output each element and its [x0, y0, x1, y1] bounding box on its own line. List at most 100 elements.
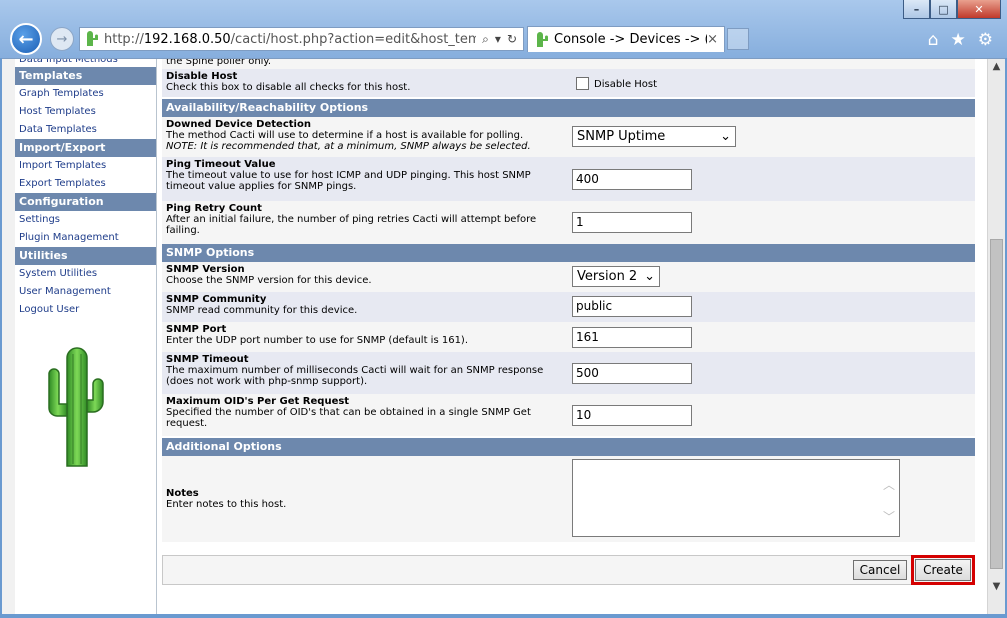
cancel-button[interactable]: Cancel	[853, 560, 907, 580]
field-description: SNMP read community for this device.	[166, 305, 358, 316]
partial-description: the Spine poller only.	[166, 59, 272, 67]
favorites-star-icon[interactable]: ★	[951, 30, 966, 50]
sidebar-section-import-export: Import/Export	[15, 139, 156, 157]
search-icon[interactable]: ⌕	[482, 32, 489, 47]
arrow-right-icon: →	[56, 31, 68, 47]
form-row-downed-device-detection: Downed Device Detection The method Cacti…	[162, 117, 975, 157]
browser-titlebar: – □ ✕ ← → http://192.168.0.50/cacti/host…	[0, 0, 1007, 58]
section-snmp: SNMP Options	[162, 244, 975, 262]
field-note: NOTE: It is recommended that, at a minim…	[166, 141, 531, 152]
refresh-icon[interactable]: ↻	[507, 32, 517, 47]
chevron-down-icon: ⌄	[720, 129, 731, 144]
sidebar-item-export-templates[interactable]: Export Templates	[15, 175, 156, 193]
form-row-notes: Notes Enter notes to this host. ︿ ﹀	[162, 456, 975, 542]
field-description: The method Cacti will use to determine i…	[166, 130, 524, 141]
snmp-timeout-input[interactable]: 500	[572, 363, 692, 384]
form-row-snmp-version: SNMP Version Choose the SNMP version for…	[162, 262, 975, 292]
disable-host-checkbox-label[interactable]: Disable Host	[594, 79, 657, 90]
scroll-down-icon: ﹀	[882, 510, 895, 524]
vertical-scrollbar[interactable]: ▲ ▼	[987, 59, 1005, 614]
field-title: Ping Timeout Value	[166, 159, 276, 170]
page-viewport: Data Input Methods Templates Graph Templ…	[2, 58, 1005, 614]
form-row-snmp-port: SNMP Port Enter the UDP port number to u…	[162, 322, 975, 352]
form-row-max-oids: Maximum OID's Per Get Request Specified …	[162, 394, 975, 436]
field-description: After an initial failure, the number of …	[166, 214, 537, 236]
downed-detection-select[interactable]: SNMP Uptime ⌄	[572, 126, 736, 147]
sidebar-item-user-management[interactable]: User Management	[15, 283, 156, 301]
snmp-version-select[interactable]: Version 2 ⌄	[572, 266, 660, 287]
field-title: Ping Retry Count	[166, 203, 262, 214]
address-url[interactable]: http://192.168.0.50/cacti/host.php?actio…	[104, 32, 476, 47]
sidebar-item-graph-templates[interactable]: Graph Templates	[15, 85, 156, 103]
notes-textarea[interactable]: ︿ ﹀	[572, 459, 900, 537]
create-button[interactable]: Create	[915, 559, 971, 581]
section-additional: Additional Options	[162, 438, 975, 456]
back-button[interactable]: ←	[10, 23, 42, 55]
new-tab-button[interactable]	[727, 28, 749, 50]
sidebar: Data Input Methods Templates Graph Templ…	[15, 59, 157, 614]
cacti-favicon-icon	[87, 31, 98, 46]
sidebar-item-import-templates[interactable]: Import Templates	[15, 157, 156, 175]
section-availability: Availability/Reachability Options	[162, 99, 975, 117]
ping-retry-input[interactable]: 1	[572, 212, 692, 233]
maximize-button[interactable]: □	[930, 0, 957, 19]
field-title: SNMP Timeout	[166, 354, 249, 365]
field-description: Specified the number of OID's that can b…	[166, 407, 531, 429]
sidebar-item-plugin-management[interactable]: Plugin Management	[15, 229, 156, 247]
form-row-ping-timeout: Ping Timeout Value The timeout value to …	[162, 157, 975, 201]
sidebar-item-data-templates[interactable]: Data Templates	[15, 121, 156, 139]
select-value: SNMP Uptime	[577, 129, 666, 144]
sidebar-section-templates: Templates	[15, 67, 156, 85]
field-title: SNMP Version	[166, 264, 245, 275]
sidebar-section-configuration: Configuration	[15, 193, 156, 211]
sidebar-item-host-templates[interactable]: Host Templates	[15, 103, 156, 121]
sidebar-item-logout-user[interactable]: Logout User	[15, 301, 156, 319]
gear-icon[interactable]: ⚙	[978, 30, 993, 50]
scrollbar-thumb[interactable]	[990, 239, 1003, 569]
field-description: The timeout value to use for host ICMP a…	[166, 170, 531, 192]
field-title: Notes	[166, 488, 199, 499]
form-row-partial: the Spine poller only.	[162, 59, 975, 69]
sidebar-section-utilities: Utilities	[15, 247, 156, 265]
sidebar-item-data-input-methods[interactable]: Data Input Methods	[15, 59, 156, 67]
sidebar-item-settings[interactable]: Settings	[15, 211, 156, 229]
cacti-favicon-icon	[537, 31, 548, 47]
field-description: Enter the UDP port number to use for SNM…	[166, 335, 469, 346]
close-window-button[interactable]: ✕	[957, 0, 1001, 19]
form-row-snmp-community: SNMP Community SNMP read community for t…	[162, 292, 975, 322]
field-description: Check this box to disable all checks for…	[166, 82, 411, 93]
scroll-up-icon: ︿	[882, 478, 895, 492]
form-row-disable-host: Disable Host Check this box to disable a…	[162, 69, 975, 97]
left-gutter	[2, 59, 15, 614]
max-oids-input[interactable]: 10	[572, 405, 692, 426]
window-controls: – □ ✕	[903, 0, 1001, 19]
form-row-snmp-timeout: SNMP Timeout The maximum number of milli…	[162, 352, 975, 394]
tab-console-devices[interactable]: Console -> Devices -> (... ×	[527, 26, 725, 52]
tab-title: Console -> Devices -> (...	[554, 32, 708, 47]
cacti-logo-icon	[48, 347, 104, 467]
form-actions-bar: Cancel Create	[162, 555, 975, 585]
select-value: Version 2	[577, 269, 638, 284]
field-description: The maximum number of milliseconds Cacti…	[166, 365, 544, 387]
sidebar-item-system-utilities[interactable]: System Utilities	[15, 265, 156, 283]
field-title: Downed Device Detection	[166, 119, 311, 130]
form-row-ping-retry: Ping Retry Count After an initial failur…	[162, 201, 975, 244]
close-tab-icon[interactable]: ×	[707, 32, 724, 47]
field-title: SNMP Port	[166, 324, 227, 335]
minimize-button[interactable]: –	[903, 0, 930, 19]
snmp-community-input[interactable]: public	[572, 296, 692, 317]
snmp-port-input[interactable]: 161	[572, 327, 692, 348]
chevron-down-icon: ⌄	[644, 269, 655, 284]
home-icon[interactable]: ⌂	[928, 30, 939, 50]
scroll-down-arrow-icon[interactable]: ▼	[988, 579, 1005, 595]
address-bar[interactable]: http://192.168.0.50/cacti/host.php?actio…	[79, 27, 524, 51]
arrow-left-icon: ←	[18, 28, 34, 50]
host-edit-form: the Spine poller only. Disable Host Chec…	[162, 59, 975, 614]
forward-button[interactable]: →	[50, 27, 74, 51]
field-title: SNMP Community	[166, 294, 267, 305]
chevron-down-icon[interactable]: ▾	[495, 32, 501, 47]
disable-host-checkbox[interactable]	[576, 77, 589, 90]
scroll-up-arrow-icon[interactable]: ▲	[988, 59, 1005, 75]
ping-timeout-input[interactable]: 400	[572, 169, 692, 190]
field-description: Enter notes to this host.	[166, 499, 287, 510]
